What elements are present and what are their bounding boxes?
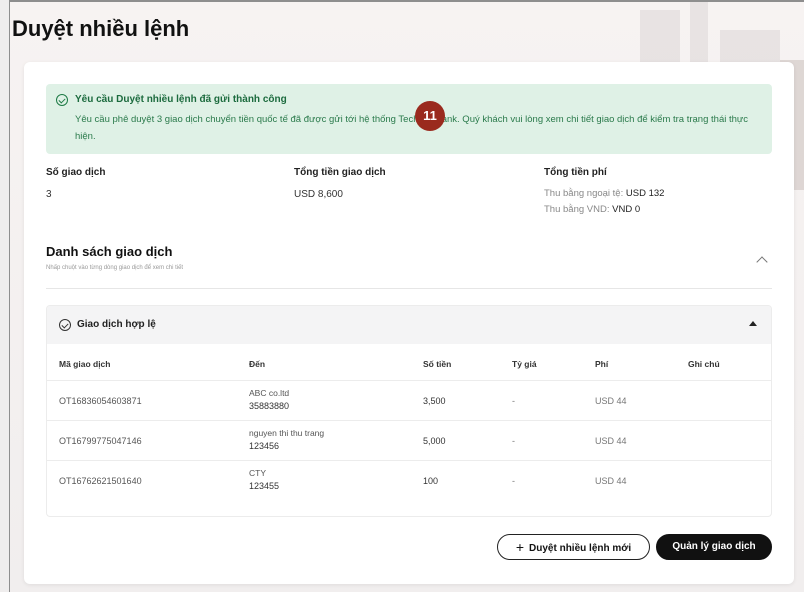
window-border-top [0,0,804,2]
page-title: Duyệt nhiều lệnh [12,16,190,41]
plus-icon: + [515,539,525,555]
collapse-group-caret-up-icon[interactable] [749,321,757,326]
column-header-to: Đến [249,359,266,369]
transaction-id: OT16762621501640 [59,476,142,486]
table-row[interactable]: OT16836054603871 ABC co.ltd 35883880 3,5… [47,380,771,420]
recipient-name: nguyen thi thu trang [249,428,325,438]
new-batch-approval-button[interactable]: + Duyệt nhiều lệnh mới [497,534,650,560]
rate: - [512,436,515,446]
recipient-name: CTY [249,468,266,478]
success-banner: Yêu cầu Duyệt nhiều lệnh đã gửi thành cô… [46,84,772,154]
list-subtitle: Nhấp chuột vào từng dòng giao dịch để xe… [46,265,184,271]
fee-label: Tổng tiền phí [544,167,607,178]
result-card: Yêu cầu Duyệt nhiều lệnh đã gửi thành cô… [24,62,794,584]
amount-label: Tổng tiền giao dịch [294,167,386,178]
fee-foreign-label: Thu bằng ngoại tệ: [544,188,626,199]
list-title: Danh sách giao dịch [46,244,173,259]
recipient-account: 35883880 [249,401,290,411]
group-header-valid[interactable]: Giao dịch hợp lệ [47,306,771,344]
amount: 100 [423,476,439,486]
recipient: CTY 123455 [249,468,279,491]
fee: USD 44 [595,396,627,406]
recipient: ABC co.ltd 35883880 [249,388,289,411]
transactions-table: Giao dịch hợp lệ Mã giao dịch Đến Số tiề… [46,305,772,517]
success-title: Yêu cầu Duyệt nhiều lệnh đã gửi thành cô… [75,94,287,105]
manage-transactions-button[interactable]: Quản lý giao dịch [656,534,772,560]
column-header-amount: Số tiền [423,359,452,369]
rate: - [512,396,515,406]
skyline-decoration [690,0,708,70]
rate: - [512,476,515,486]
transaction-id: OT16836054603871 [59,396,142,406]
fee-vnd-label: Thu bằng VND: [544,204,613,215]
step-badge: 11 [415,101,445,131]
count-value: 3 [46,189,52,200]
column-header-fee: Phí [595,359,609,369]
table-row[interactable]: OT16799775047146 nguyen thi thu trang 12… [47,420,771,460]
collapse-list-chevron-up-icon[interactable] [756,256,768,268]
column-header-note: Ghi chú [688,359,720,369]
count-label: Số giao dịch [46,167,106,178]
new-batch-approval-label: Duyệt nhiều lệnh mới [529,543,632,554]
transaction-id: OT16799775047146 [59,436,142,446]
amount: 5,000 [423,436,446,446]
check-circle-icon [56,94,68,106]
check-circle-icon [59,319,71,331]
amount-value: USD 8,600 [294,189,343,200]
fee-vnd-line: Thu bằng VND: VND 0 [544,204,640,215]
window-border-left [0,0,10,592]
group-label: Giao dịch hợp lệ [77,319,156,330]
recipient: nguyen thi thu trang 123456 [249,428,324,451]
recipient-account: 123455 [249,481,280,491]
recipient-name: ABC co.ltd [249,388,290,398]
fee: USD 44 [595,476,627,486]
fee-foreign-value: USD 132 [625,188,665,199]
table-row[interactable]: OT16762621501640 CTY 123455 100 - USD 44 [47,460,771,500]
recipient-account: 123456 [249,441,280,451]
skyline-decoration [640,10,680,70]
column-header-id: Mã giao dịch [59,359,111,369]
column-header-rate: Tỷ giá [512,359,537,369]
amount: 3,500 [423,396,446,406]
fee: USD 44 [595,436,627,446]
divider [46,288,772,289]
fee-foreign-line: Thu bằng ngoại tệ: USD 132 [544,188,664,199]
fee-vnd-value: VND 0 [612,204,641,215]
